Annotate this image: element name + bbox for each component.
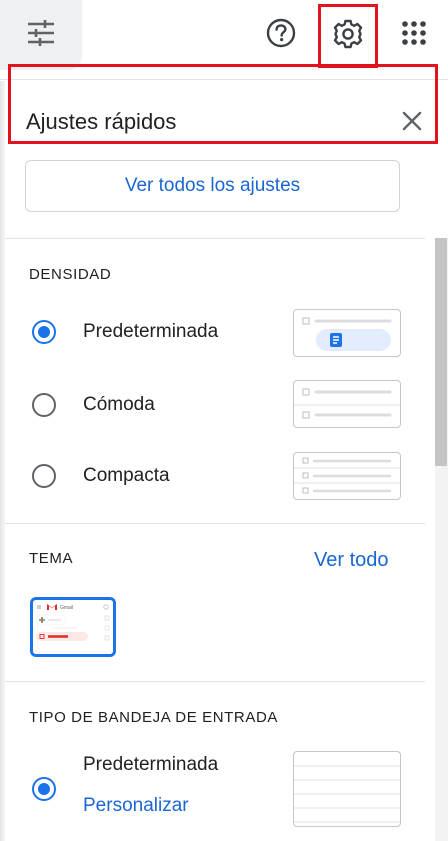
inbox-default-label[interactable]: Predeterminada [83, 754, 218, 776]
density-compact-radio[interactable] [32, 464, 56, 488]
density-comfortable-radio[interactable] [32, 393, 56, 417]
density-compact-thumbnail[interactable] [293, 452, 401, 500]
settings-button[interactable] [318, 4, 378, 68]
density-default-label[interactable]: Predeterminada [83, 321, 218, 343]
density-comfortable-label[interactable]: Cómoda [83, 394, 155, 416]
density-compact-label[interactable]: Compacta [83, 465, 170, 487]
divider [5, 681, 425, 682]
density-default-thumbnail[interactable] [293, 309, 401, 357]
divider [5, 523, 425, 524]
apps-button[interactable] [395, 16, 433, 54]
density-default-radio[interactable] [32, 320, 56, 344]
divider [5, 238, 425, 239]
help-circle-icon [265, 17, 297, 54]
help-button[interactable] [262, 16, 300, 54]
theme-default-thumbnail[interactable]: Gmail [30, 597, 116, 657]
scrollbar-thumb[interactable] [435, 238, 447, 466]
density-comfortable-thumbnail[interactable] [293, 380, 401, 428]
inbox-default-thumbnail[interactable] [293, 751, 401, 827]
apps-grid-icon [400, 19, 428, 52]
quick-settings-panel: Ajustes rápidos Ver todos los ajustes DE… [5, 81, 435, 841]
see-all-settings-button[interactable]: Ver todos los ajustes [25, 160, 400, 212]
density-heading: DENSIDAD [29, 266, 112, 283]
theme-thumbnail-app-label: Gmail [60, 605, 73, 611]
inbox-type-heading: TIPO DE BANDEJA DE ENTRADA [29, 709, 278, 726]
inbox-default-radio[interactable] [32, 777, 56, 801]
gear-icon [332, 18, 364, 55]
see-all-settings-highlight [8, 64, 438, 144]
customize-inbox-link[interactable]: Personalizar [83, 795, 189, 817]
tune-icon [26, 19, 56, 51]
see-all-themes-link[interactable]: Ver todo [314, 549, 389, 572]
tune-button[interactable] [0, 0, 82, 70]
theme-heading: TEMA [29, 550, 74, 567]
